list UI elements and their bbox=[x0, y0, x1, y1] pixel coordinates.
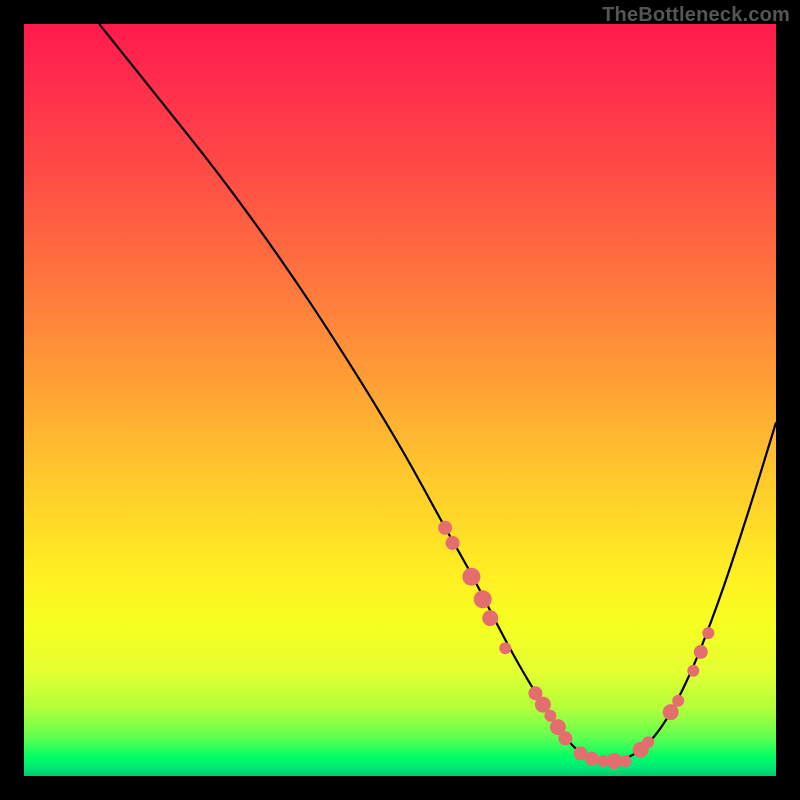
curve-marker bbox=[462, 568, 480, 586]
curve-marker bbox=[663, 704, 679, 720]
curve-marker bbox=[672, 695, 684, 707]
curve-marker bbox=[687, 665, 699, 677]
chart-plot-area bbox=[24, 24, 776, 776]
curve-marker bbox=[702, 627, 714, 639]
curve-marker bbox=[438, 521, 452, 535]
curve-marker bbox=[585, 752, 599, 766]
curve-marker bbox=[499, 642, 511, 654]
bottleneck-chart-svg bbox=[24, 24, 776, 776]
watermark-text: TheBottleneck.com bbox=[602, 4, 790, 27]
curve-marker bbox=[558, 731, 572, 745]
curve-marker bbox=[642, 736, 654, 748]
curve-marker bbox=[474, 590, 492, 608]
bottleneck-curve bbox=[99, 24, 776, 761]
curve-marker bbox=[482, 610, 498, 626]
curve-markers bbox=[438, 521, 714, 769]
curve-marker bbox=[620, 755, 632, 767]
curve-marker bbox=[694, 645, 708, 659]
curve-marker bbox=[446, 536, 460, 550]
